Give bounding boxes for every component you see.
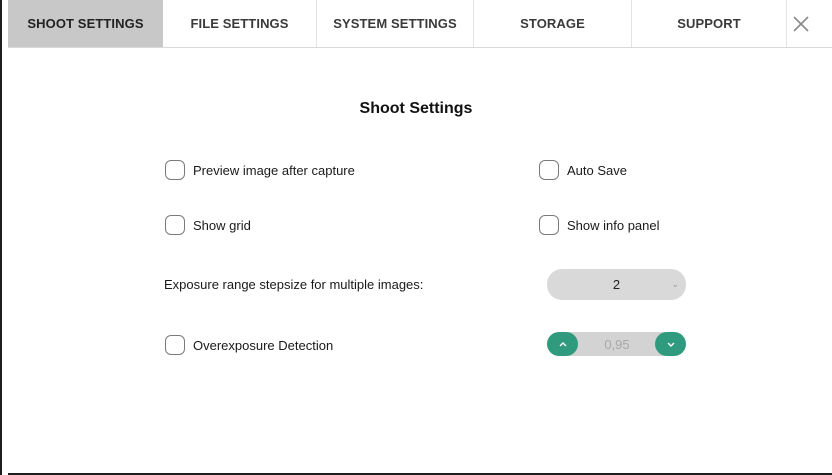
overexposure-threshold-value[interactable]: 0,95 — [567, 332, 667, 356]
tab-system-settings[interactable]: SYSTEM SETTINGS — [317, 0, 474, 47]
show-grid-option[interactable]: Show grid — [165, 215, 251, 235]
show-info-panel-label: Show info panel — [567, 217, 660, 233]
close-icon — [793, 15, 809, 32]
close-button[interactable] — [787, 0, 815, 47]
chevron-down-icon: ⌄ — [671, 279, 679, 289]
chevron-down-icon — [667, 342, 674, 347]
exposure-stepsize-select[interactable]: 2 ⌄ — [547, 269, 686, 300]
show-info-panel-checkbox[interactable] — [539, 215, 559, 235]
tab-bar: SHOOT SETTINGS FILE SETTINGS SYSTEM SETT… — [8, 0, 832, 48]
preview-after-capture-option[interactable]: Preview image after capture — [165, 160, 355, 180]
overexposure-threshold-stepper[interactable]: 0,95 — [547, 332, 687, 356]
exposure-stepsize-value: 2 — [612, 277, 621, 292]
tab-shoot-settings[interactable]: SHOOT SETTINGS — [8, 0, 163, 47]
auto-save-label: Auto Save — [567, 162, 627, 178]
decrement-button[interactable] — [655, 332, 686, 356]
auto-save-checkbox[interactable] — [539, 160, 559, 180]
show-info-panel-option[interactable]: Show info panel — [539, 215, 660, 235]
app-frame — [0, 0, 832, 475]
tab-file-settings[interactable]: FILE SETTINGS — [163, 0, 317, 47]
overexposure-detection-checkbox[interactable] — [165, 335, 185, 355]
exposure-stepsize-label: Exposure range stepsize for multiple ima… — [164, 277, 424, 292]
tab-support[interactable]: SUPPORT — [632, 0, 787, 47]
show-grid-checkbox[interactable] — [165, 215, 185, 235]
overexposure-detection-label: Overexposure Detection — [193, 337, 334, 353]
preview-after-capture-label: Preview image after capture — [193, 162, 355, 178]
tab-storage[interactable]: STORAGE — [474, 0, 632, 47]
increment-button[interactable] — [547, 332, 578, 356]
page-title: Shoot Settings — [359, 100, 473, 117]
overexposure-detection-option[interactable]: Overexposure Detection — [165, 335, 333, 355]
preview-after-capture-checkbox[interactable] — [165, 160, 185, 180]
show-grid-label: Show grid — [193, 217, 251, 233]
auto-save-option[interactable]: Auto Save — [539, 160, 627, 180]
chevron-up-icon — [559, 342, 566, 347]
